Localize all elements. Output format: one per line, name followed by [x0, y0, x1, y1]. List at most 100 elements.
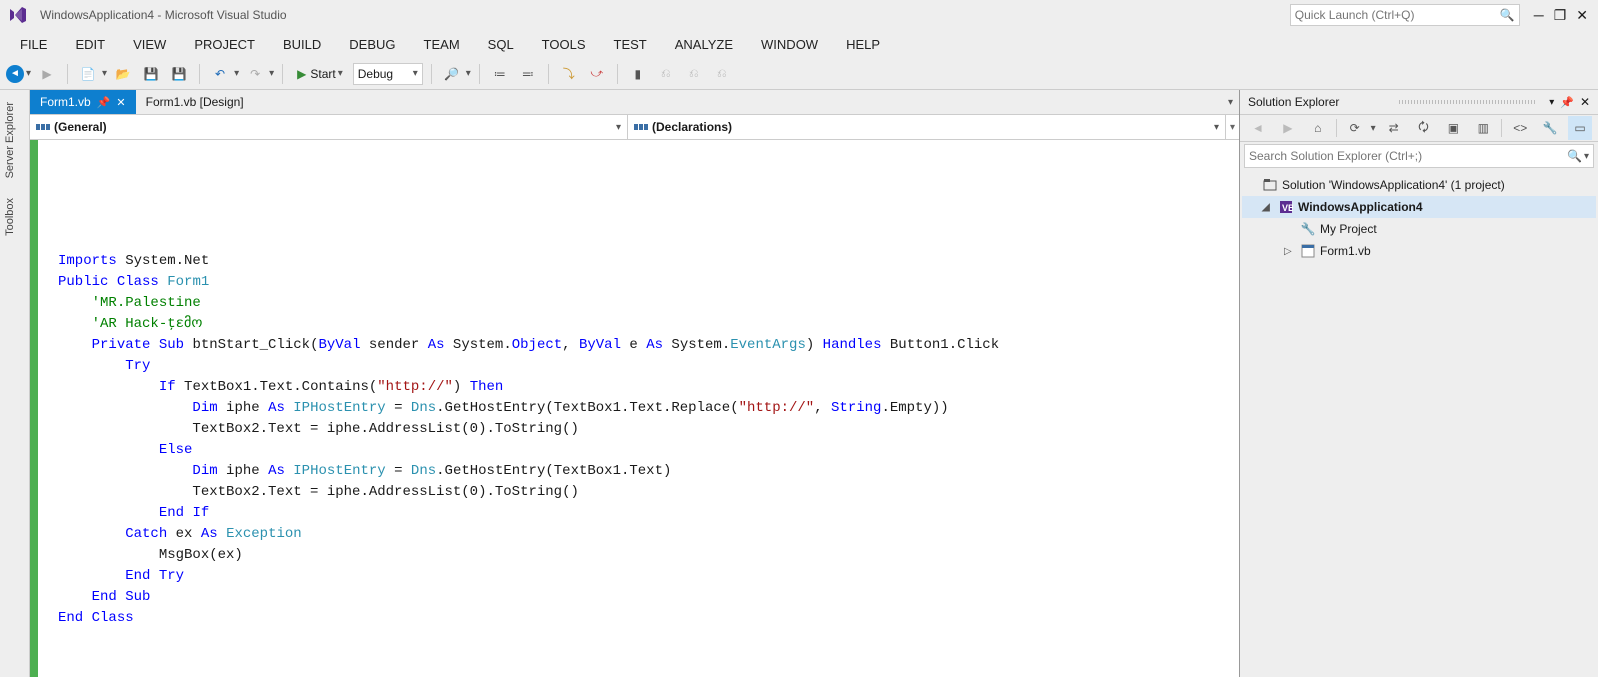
code-line[interactable]: Private Sub btnStart_Click(ByVal sender … [58, 335, 1239, 356]
menu-edit[interactable]: EDIT [63, 33, 117, 56]
tree-project-node[interactable]: ◢ VB WindowsApplication4 [1242, 196, 1596, 218]
nav-forward-button[interactable]: ▶ [35, 62, 59, 86]
new-project-dropdown[interactable]: ▾ [102, 68, 107, 79]
tab-overflow-button[interactable]: ▾ [1228, 97, 1233, 108]
redo-dropdown[interactable]: ▾ [269, 68, 274, 79]
menu-view[interactable]: VIEW [121, 33, 178, 56]
quick-launch-input[interactable]: 🔍 [1290, 4, 1520, 26]
play-icon: ▶ [297, 67, 306, 81]
start-dropdown[interactable]: ▾ [338, 68, 343, 79]
menu-help[interactable]: HELP [834, 33, 892, 56]
uncomment-button[interactable]: ≕ [516, 62, 540, 86]
sol-showall-button[interactable]: ▥ [1471, 116, 1495, 140]
tool-button-3[interactable]: ⎌ [710, 62, 734, 86]
code-editor[interactable]: Imports System.NetPublic Class Form1 'MR… [30, 140, 1239, 677]
sol-code-button[interactable]: <> [1508, 116, 1532, 140]
menu-build[interactable]: BUILD [271, 33, 333, 56]
save-all-button[interactable]: 💾 [167, 62, 191, 86]
sol-back-button[interactable]: ◄ [1246, 116, 1270, 140]
solution-config-select[interactable]: Debug ▾ [353, 63, 423, 85]
sol-scope-button[interactable]: ⟳ [1343, 116, 1367, 140]
menu-team[interactable]: TEAM [412, 33, 472, 56]
solution-tree[interactable]: Solution 'WindowsApplication4' (1 projec… [1240, 170, 1598, 266]
nav-backward-dropdown[interactable]: ▾ [26, 68, 31, 79]
restore-button[interactable]: ❐ [1554, 7, 1567, 24]
tree-myproject-node[interactable]: 🔧 My Project [1242, 218, 1596, 240]
find-dropdown[interactable]: ▾ [466, 68, 471, 79]
nav-backward-button[interactable]: ◄ [6, 65, 24, 83]
comment-button[interactable]: ≔ [488, 62, 512, 86]
collapse-arrow-icon[interactable]: ▷ [1284, 246, 1296, 257]
code-line[interactable]: End If [58, 503, 1239, 524]
code-line[interactable]: MsgBox(ex) [58, 545, 1239, 566]
bookmark-button[interactable]: ▮ [626, 62, 650, 86]
code-line[interactable]: End Sub [58, 587, 1239, 608]
sol-properties-button[interactable]: 🔧 [1538, 116, 1562, 140]
sol-forward-button[interactable]: ▶ [1276, 116, 1300, 140]
start-debug-button[interactable]: ▶ Start ▾ [291, 62, 349, 86]
tool-button-1[interactable]: ⎌ [654, 62, 678, 86]
tree-form-node[interactable]: ▷ Form1.vb [1242, 240, 1596, 262]
sol-home-button[interactable]: ⌂ [1306, 116, 1330, 140]
menu-project[interactable]: PROJECT [182, 33, 267, 56]
code-line[interactable]: TextBox2.Text = iphe.AddressList(0).ToSt… [58, 482, 1239, 503]
split-editor-button[interactable]: ▾ [1225, 115, 1239, 139]
tree-solution-root[interactable]: Solution 'WindowsApplication4' (1 projec… [1242, 174, 1596, 196]
sol-scope-dropdown[interactable]: ▾ [1371, 123, 1376, 134]
scope-dropdown-right[interactable]: (Declarations) [628, 115, 1225, 139]
sidetab-server-explorer[interactable]: Server Explorer [0, 94, 20, 186]
code-line[interactable]: Dim iphe As IPHostEntry = Dns.GetHostEnt… [58, 398, 1239, 419]
code-line[interactable]: Public Class Form1 [58, 272, 1239, 293]
menu-sql[interactable]: SQL [476, 33, 526, 56]
sol-refresh-button[interactable]: 🗘 [1412, 116, 1436, 140]
panel-menu-button[interactable]: ▾ [1549, 97, 1554, 108]
menu-window[interactable]: WINDOW [749, 33, 830, 56]
code-line[interactable]: End Class [58, 608, 1239, 629]
code-line[interactable]: TextBox2.Text = iphe.AddressList(0).ToSt… [58, 419, 1239, 440]
doc-tab-label: Form1.vb [40, 95, 91, 109]
expand-arrow-icon[interactable]: ◢ [1262, 202, 1274, 213]
solution-search-field[interactable] [1249, 149, 1567, 163]
minimize-button[interactable]: ─ [1534, 7, 1544, 23]
sol-preview-button[interactable]: ▭ [1568, 116, 1592, 140]
step-in-button[interactable]: ⤵ [557, 62, 581, 86]
panel-pin-button[interactable]: 📌 [1560, 96, 1574, 109]
panel-close-button[interactable]: ✕ [1580, 95, 1590, 109]
code-line[interactable]: 'AR Hack-ţɛმო [58, 314, 1239, 335]
code-line[interactable]: Try [58, 356, 1239, 377]
sol-collapse-button[interactable]: ▣ [1441, 116, 1465, 140]
code-line[interactable]: Imports System.Net [58, 251, 1239, 272]
code-line[interactable]: If TextBox1.Text.Contains("http://") The… [58, 377, 1239, 398]
code-line[interactable]: Dim iphe As IPHostEntry = Dns.GetHostEnt… [58, 461, 1239, 482]
sidetab-toolbox[interactable]: Toolbox [0, 190, 20, 244]
new-project-button[interactable]: 📄 [76, 62, 100, 86]
menu-debug[interactable]: DEBUG [337, 33, 407, 56]
find-in-files-button[interactable]: 🔎 [440, 62, 464, 86]
close-tab-button[interactable]: ✕ [116, 96, 125, 109]
pin-icon[interactable]: 📌 [97, 96, 111, 109]
undo-dropdown[interactable]: ▾ [234, 68, 239, 79]
doc-tab[interactable]: Form1.vb [Design] [136, 90, 254, 114]
quick-launch-field[interactable] [1295, 8, 1500, 22]
code-line[interactable]: Else [58, 440, 1239, 461]
sol-sync-button[interactable]: ⇄ [1382, 116, 1406, 140]
menu-file[interactable]: FILE [8, 33, 59, 56]
doc-tab[interactable]: Form1.vb 📌 ✕ [30, 90, 136, 114]
save-button[interactable]: 💾 [139, 62, 163, 86]
solution-search-input[interactable]: 🔍▾ [1244, 144, 1594, 168]
scope-dropdown-left[interactable]: (General) [30, 115, 628, 139]
code-line[interactable]: 'MR.Palestine [58, 293, 1239, 314]
menu-analyze[interactable]: ANALYZE [663, 33, 745, 56]
close-button[interactable]: ✕ [1576, 7, 1588, 24]
code-line[interactable]: Catch ex As Exception [58, 524, 1239, 545]
module-icon [634, 122, 648, 132]
menu-test[interactable]: TEST [602, 33, 659, 56]
code-line[interactable]: End Try [58, 566, 1239, 587]
redo-button[interactable]: ↷ [243, 62, 267, 86]
open-file-button[interactable]: 📂 [111, 62, 135, 86]
menu-tools[interactable]: TOOLS [530, 33, 598, 56]
tool-button-2[interactable]: ⎌ [682, 62, 706, 86]
menu-bar: FILEEDITVIEWPROJECTBUILDDEBUGTEAMSQLTOOL… [0, 30, 1598, 58]
undo-button[interactable]: ↶ [208, 62, 232, 86]
step-over-button[interactable]: ⤻ [585, 62, 609, 86]
